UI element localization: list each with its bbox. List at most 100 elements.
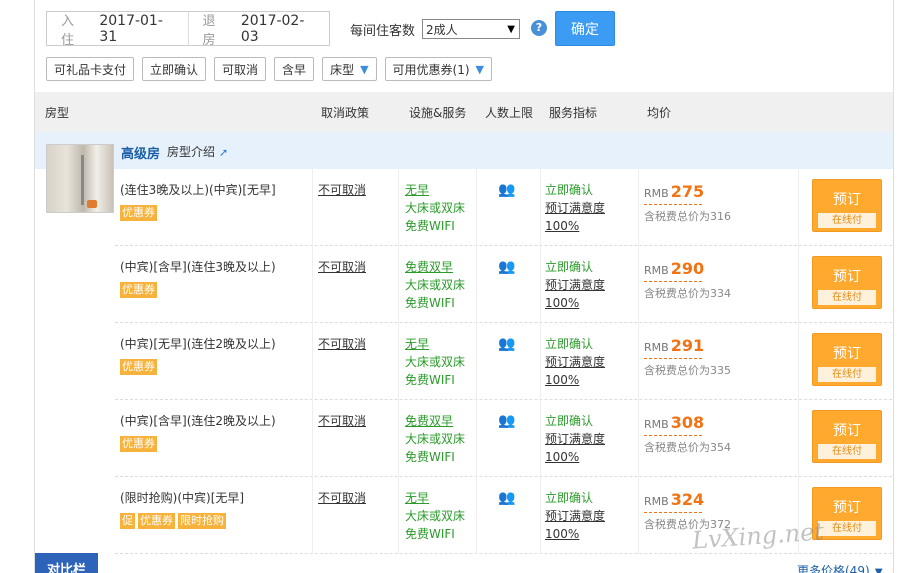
room-photo[interactable] [46, 144, 114, 213]
promo-tag[interactable]: 优惠券 [138, 513, 175, 529]
book-label: 预订 [833, 346, 861, 362]
satisfaction-label[interactable]: 预订满意度 [545, 276, 605, 294]
col-divider [798, 169, 799, 246]
header-room-type: 房型 [45, 106, 70, 120]
service-indicators: 立即确认 预订满意度 100% [545, 489, 605, 543]
more-prices-link[interactable]: 更多价格(49) ▼ [797, 562, 883, 573]
cancel-policy[interactable]: 不可取消 [318, 258, 366, 275]
col-divider [798, 323, 799, 400]
satisfaction-value: 100% [545, 450, 580, 464]
tax-total: 含税费总价为335 [644, 364, 731, 377]
wifi-info: 免费WIFI [405, 527, 455, 541]
filter-bed-type[interactable]: 床型 ▼ [322, 57, 377, 81]
room-name[interactable]: 高级房 [121, 143, 160, 162]
dropdown-arrow-icon: ▼ [507, 24, 515, 35]
satisfaction-label[interactable]: 预订满意度 [545, 430, 605, 448]
col-divider [540, 169, 541, 246]
promo-tag[interactable]: 优惠券 [120, 436, 157, 452]
checkin-label: 入住 [61, 13, 75, 48]
checkin-date[interactable]: 2017-01-31 [99, 13, 175, 45]
currency: RMB [644, 418, 669, 431]
filter-cancelable[interactable]: 可取消 [214, 57, 267, 81]
wifi-info: 免费WIFI [405, 296, 455, 310]
tax-total: 含税费总价为316 [644, 210, 731, 223]
breakfast-info[interactable]: 无早 [405, 181, 465, 199]
col-divider [540, 400, 541, 477]
two-people-icon: 👥 [498, 259, 516, 275]
checkin-field[interactable]: 入住 2017-01-31 [47, 12, 188, 48]
promo-tag[interactable]: 限时抢购 [178, 513, 226, 529]
chevron-down-icon: ▼ [360, 62, 369, 76]
col-divider [638, 169, 639, 246]
cancel-policy[interactable]: 不可取消 [318, 489, 366, 506]
rate-row: (中宾)[含早](连住3晚及以上) 优惠券 不可取消 免费双早 大床或双床 免费… [115, 246, 892, 323]
col-divider [476, 246, 477, 323]
satisfaction-label[interactable]: 预订满意度 [545, 507, 605, 525]
satisfaction-value: 100% [545, 527, 580, 541]
rate-name: (中宾)[无早](连住2晚及以上) [120, 337, 276, 351]
pay-online-label: 在线付 [818, 444, 876, 459]
satisfaction-label[interactable]: 预订满意度 [545, 353, 605, 371]
room-intro-link[interactable]: 房型介绍 ➚ [167, 143, 228, 160]
satisfaction-value: 100% [545, 296, 580, 310]
help-icon[interactable]: ? [531, 20, 547, 36]
filter-gift-card[interactable]: 可礼品卡支付 [46, 57, 135, 81]
col-divider [312, 246, 313, 323]
date-search-box[interactable]: 入住 2017-01-31 退房 2017-02-03 [46, 11, 330, 48]
chevron-down-icon: ▼ [475, 62, 485, 76]
promo-tag[interactable]: 优惠券 [120, 282, 157, 298]
breakfast-info[interactable]: 无早 [405, 335, 465, 353]
book-label: 预订 [833, 423, 861, 439]
book-button[interactable]: 预订 在线付 [812, 179, 882, 232]
chevron-down-icon: ▼ [871, 567, 883, 573]
price-underline [644, 358, 702, 359]
instant-confirm: 立即确认 [545, 491, 594, 505]
compare-bar-tab[interactable]: 对比栏 [35, 553, 98, 573]
pay-online-label: 在线付 [818, 290, 876, 305]
checkout-date[interactable]: 2017-02-03 [241, 13, 317, 45]
header-price: 均价 [647, 106, 672, 120]
guests-select[interactable]: 2成人 ▼ [422, 19, 520, 39]
col-divider [476, 169, 477, 246]
rate-tags: 促优惠券 限时抢购 [120, 513, 226, 529]
breakfast-info[interactable]: 免费双早 [405, 412, 465, 430]
service-indicators: 立即确认 预订满意度 100% [545, 335, 605, 389]
col-divider [638, 323, 639, 400]
pay-online-label: 在线付 [818, 213, 876, 228]
two-people-icon: 👥 [498, 490, 516, 506]
checkout-field[interactable]: 退房 2017-02-03 [187, 12, 330, 48]
satisfaction-label[interactable]: 预订满意度 [545, 199, 605, 217]
col-divider [476, 477, 477, 554]
rate-name: (中宾)[含早](连住3晚及以上) [120, 260, 276, 274]
col-divider [312, 477, 313, 554]
promo-tag[interactable]: 优惠券 [120, 205, 157, 221]
col-divider [638, 246, 639, 323]
rate-tags: 优惠券 [120, 205, 157, 221]
promo-tag[interactable]: 促 [120, 513, 135, 529]
promo-tag[interactable]: 优惠券 [120, 359, 157, 375]
cancel-policy[interactable]: 不可取消 [318, 335, 366, 352]
breakfast-info[interactable]: 免费双早 [405, 258, 465, 276]
breakfast-info[interactable]: 无早 [405, 489, 465, 507]
col-divider [638, 477, 639, 554]
cancel-policy[interactable]: 不可取消 [318, 412, 366, 429]
currency: RMB [644, 187, 669, 200]
facilities: 无早 大床或双床 免费WIFI [405, 335, 465, 389]
two-people-icon: 👥 [498, 182, 516, 198]
filter-coupon[interactable]: 可用优惠券(1) ▼ [384, 57, 493, 81]
book-button[interactable]: 预订 在线付 [812, 410, 882, 463]
filter-bar: 可礼品卡支付 立即确认 可取消 含早 床型 ▼ 可用优惠券(1) ▼ [46, 57, 493, 81]
room-type-bar: 高级房 房型介绍 ➚ [35, 132, 893, 169]
pay-online-label: 在线付 [818, 367, 876, 382]
bed-info: 大床或双床 [405, 355, 466, 369]
facilities: 无早 大床或双床 免费WIFI [405, 181, 465, 235]
cancel-policy[interactable]: 不可取消 [318, 181, 366, 198]
filter-instant-confirm[interactable]: 立即确认 [142, 57, 207, 81]
instant-confirm: 立即确认 [545, 337, 594, 351]
book-button[interactable]: 预订 在线付 [812, 333, 882, 386]
book-button[interactable]: 预订 在线付 [812, 256, 882, 309]
price-block: RMB 290 含税费总价为334 [644, 259, 731, 300]
bed-info: 大床或双床 [405, 509, 466, 523]
confirm-button[interactable]: 确定 [555, 11, 615, 46]
filter-breakfast[interactable]: 含早 [274, 57, 315, 81]
